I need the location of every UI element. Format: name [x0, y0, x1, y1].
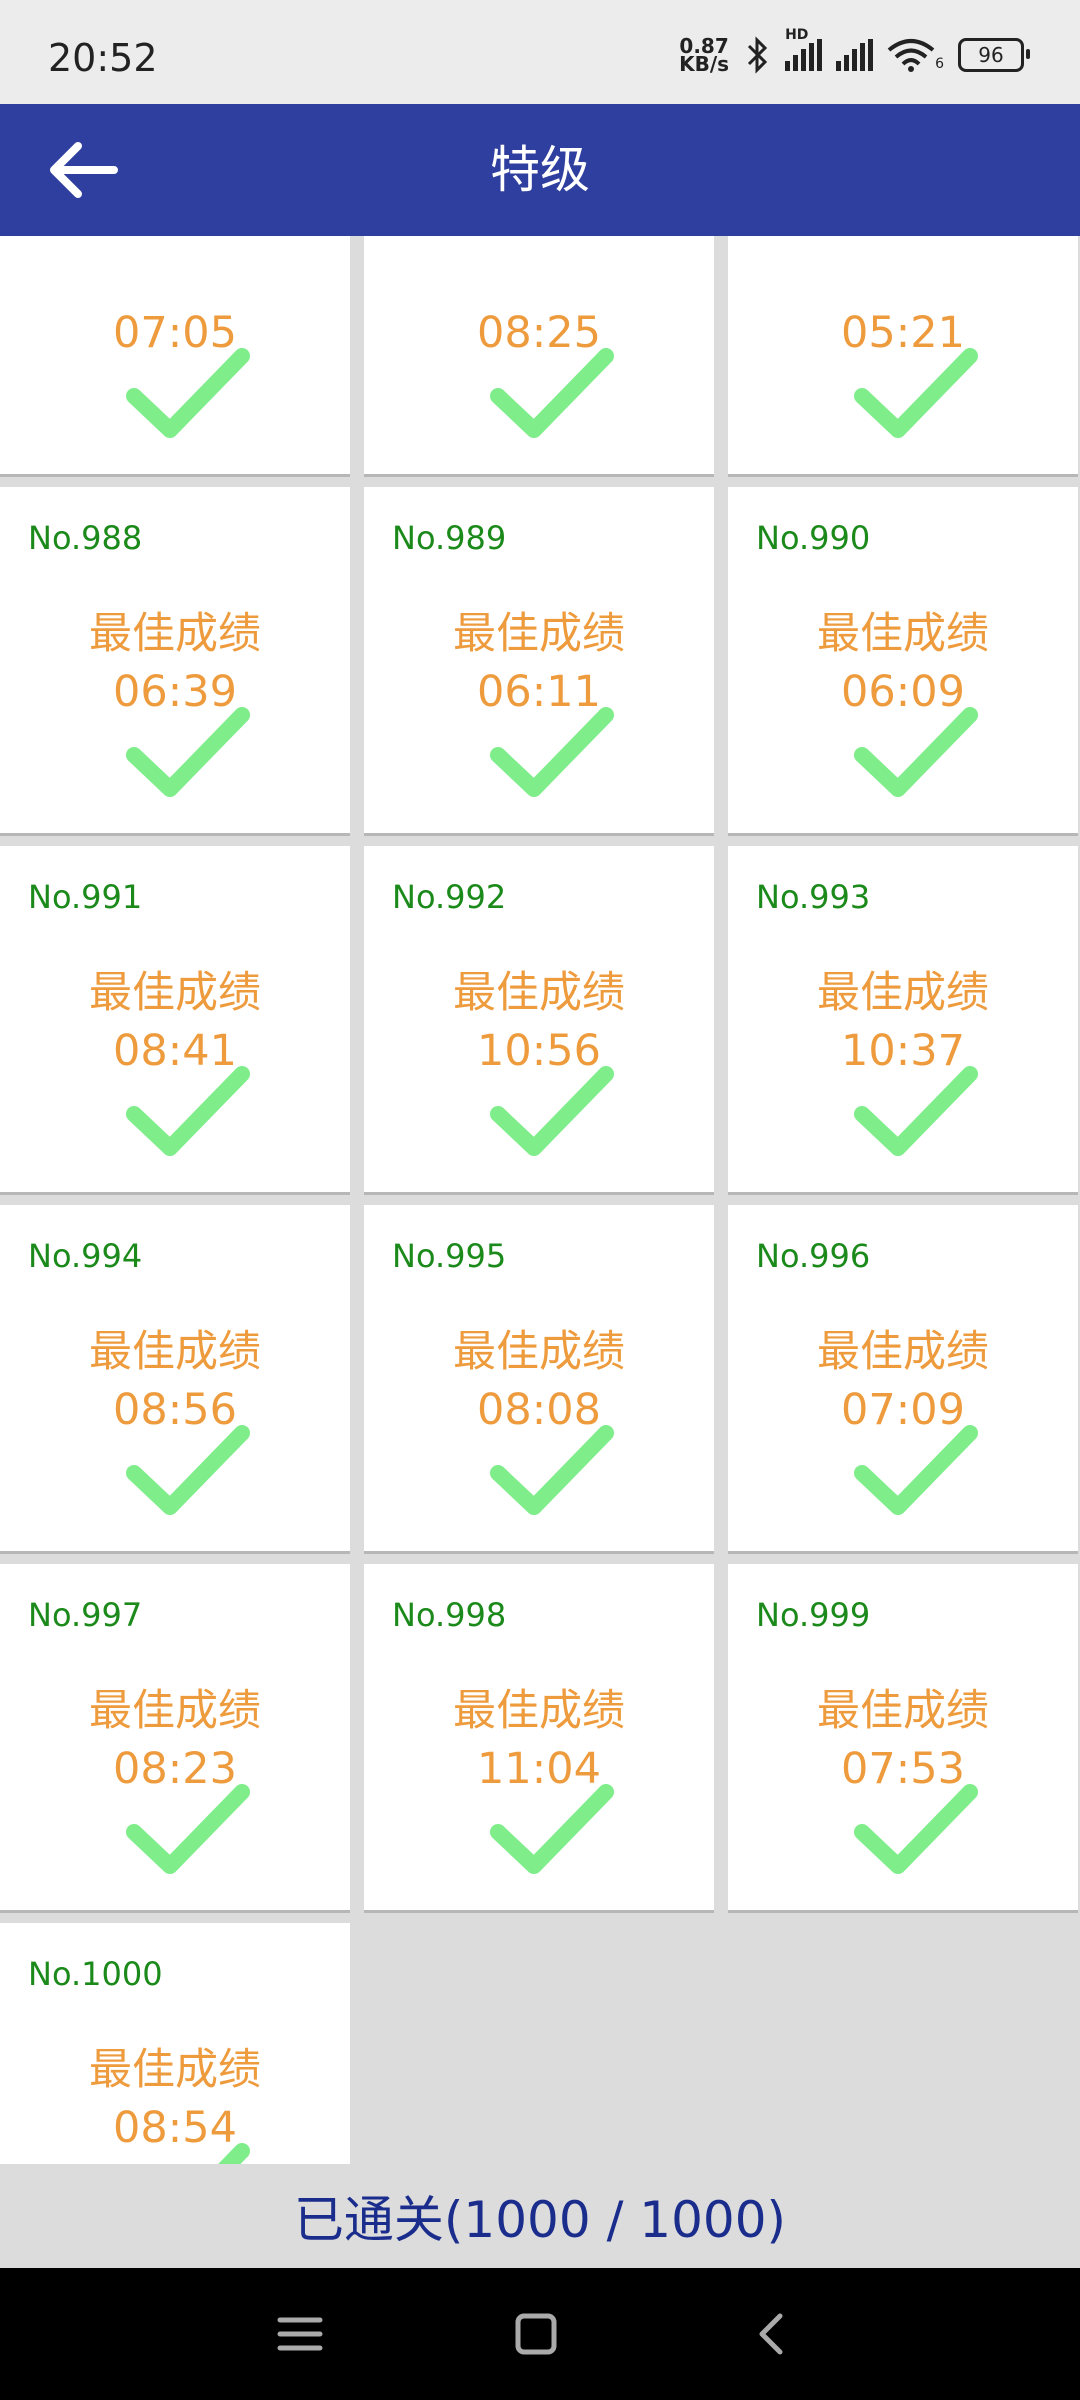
menu-icon[interactable]: [272, 2308, 328, 2360]
status-bar: 20:52 0.87 KB/s HD 6 96: [0, 0, 1080, 104]
checkmark-icon: [488, 346, 614, 442]
level-number: No.999: [756, 1596, 871, 1634]
level-number: No.1000: [28, 1955, 163, 1993]
checkmark-icon: [852, 705, 978, 801]
best-score-label: 最佳成绩: [453, 1686, 625, 1736]
checkmark-icon: [124, 705, 250, 801]
level-card[interactable]: No.992 最佳成绩 10:56: [364, 846, 714, 1192]
level-number: No.989: [392, 519, 507, 557]
best-score-label: 最佳成绩: [817, 1686, 989, 1736]
level-card[interactable]: No.999 最佳成绩 07:53: [728, 1564, 1078, 1910]
app-bar: 特级: [0, 104, 1080, 236]
wifi: 6: [887, 38, 944, 72]
level-grid: 07:05 08:25 05:21 No.988 最佳成绩 06:39 No.989 最佳成绩…: [0, 236, 1080, 2164]
progress-summary: 已通关(1000 / 1000): [293, 2191, 787, 2249]
best-score-label: 最佳成绩: [453, 609, 625, 659]
checkmark-icon: [488, 1064, 614, 1160]
best-score-label: 最佳成绩: [89, 2045, 261, 2095]
level-card[interactable]: No.991 最佳成绩 08:41: [0, 846, 350, 1192]
level-card[interactable]: No.997 最佳成绩 08:23: [0, 1564, 350, 1910]
battery-icon: 96: [958, 38, 1030, 72]
status-time: 20:52: [48, 36, 158, 80]
checkmark-icon: [488, 705, 614, 801]
best-score-label: 最佳成绩: [453, 968, 625, 1018]
level-card[interactable]: No.995 最佳成绩 08:08: [364, 1205, 714, 1551]
level-card[interactable]: No.993 最佳成绩 10:37: [728, 846, 1078, 1192]
checkmark-icon: [488, 1423, 614, 1519]
wifi-label: 6: [935, 56, 944, 72]
best-score-label: 最佳成绩: [89, 1327, 261, 1377]
level-number: No.994: [28, 1237, 143, 1275]
wifi-icon: [887, 39, 935, 72]
arrow-left-icon[interactable]: [44, 136, 120, 204]
signal-1: HD: [785, 27, 823, 71]
best-score-label: 最佳成绩: [817, 1327, 989, 1377]
level-card[interactable]: 08:25: [364, 236, 714, 474]
signal-bars-icon: [785, 39, 823, 71]
checkmark-icon: [124, 1782, 250, 1878]
network-speed-unit: KB/s: [679, 52, 730, 76]
level-number: No.995: [392, 1237, 507, 1275]
checkmark-icon: [852, 1782, 978, 1878]
checkmark-icon: [124, 2141, 250, 2164]
checkmark-icon: [852, 346, 978, 442]
level-number: No.990: [756, 519, 871, 557]
battery-level: 96: [978, 43, 1004, 67]
level-card[interactable]: 07:05: [0, 236, 350, 474]
level-number: No.991: [28, 878, 143, 916]
best-score-label: 最佳成绩: [817, 968, 989, 1018]
bluetooth-icon: [748, 36, 768, 74]
level-card[interactable]: No.998 最佳成绩 11:04: [364, 1564, 714, 1910]
level-card[interactable]: No.994 最佳成绩 08:56: [0, 1205, 350, 1551]
level-card[interactable]: No.1000 最佳成绩 08:54: [0, 1923, 350, 2164]
best-score-label: 最佳成绩: [817, 609, 989, 659]
best-score-label: 最佳成绩: [89, 609, 261, 659]
level-card[interactable]: 05:21: [728, 236, 1078, 474]
signal-bars-2-icon: [836, 39, 874, 71]
checkmark-icon: [124, 346, 250, 442]
best-score-label: 最佳成绩: [89, 968, 261, 1018]
level-card[interactable]: No.988 最佳成绩 06:39: [0, 487, 350, 833]
network-speed: 0.87 KB/s: [679, 36, 730, 76]
checkmark-icon: [124, 1064, 250, 1160]
level-number: No.988: [28, 519, 143, 557]
back-icon[interactable]: [744, 2308, 800, 2360]
checkmark-icon: [488, 1782, 614, 1878]
best-score-label: 最佳成绩: [89, 1686, 261, 1736]
page-title: 特级: [490, 141, 590, 199]
level-number: No.998: [392, 1596, 507, 1634]
status-icons: 0.87 KB/s HD 6 96: [679, 27, 1030, 76]
navigation-bar: [0, 2268, 1080, 2400]
best-score-label: 最佳成绩: [453, 1327, 625, 1377]
level-card[interactable]: No.990 最佳成绩 06:09: [728, 487, 1078, 833]
checkmark-icon: [852, 1064, 978, 1160]
level-card[interactable]: No.996 最佳成绩 07:09: [728, 1205, 1078, 1551]
level-number: No.996: [756, 1237, 871, 1275]
level-number: No.992: [392, 878, 507, 916]
checkmark-icon: [124, 1423, 250, 1519]
level-number: No.993: [756, 878, 871, 916]
checkmark-icon: [852, 1423, 978, 1519]
level-number: No.997: [28, 1596, 143, 1634]
level-card[interactable]: No.989 最佳成绩 06:11: [364, 487, 714, 833]
hd-label: HD: [785, 27, 809, 43]
home-icon[interactable]: [508, 2308, 564, 2360]
